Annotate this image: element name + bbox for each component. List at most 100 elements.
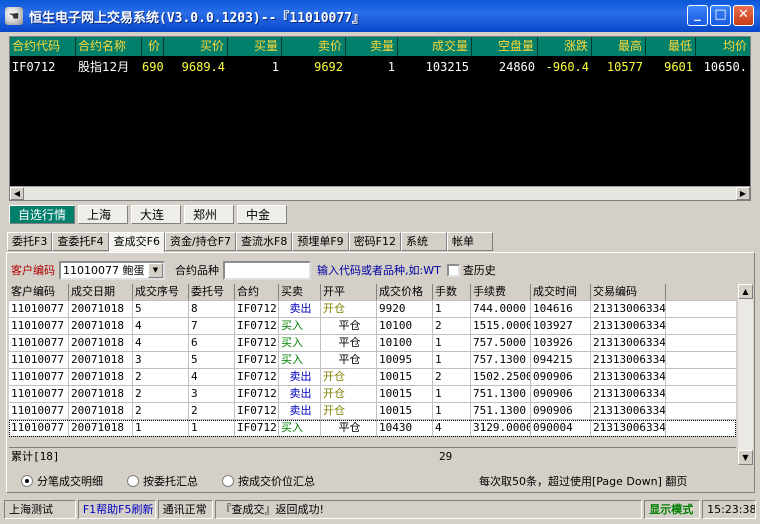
close-button[interactable]: ✕: [733, 5, 754, 26]
history-checkbox[interactable]: [446, 263, 460, 277]
tab-preset-orders[interactable]: 预埋单F9: [292, 232, 349, 251]
quote-col-name[interactable]: 合约名称: [76, 37, 142, 56]
table-cell: 090906: [531, 403, 591, 419]
table-cell: 1: [433, 301, 471, 317]
table-row[interactable]: 11010077 20071018 2 2 IF0712 卖出 开仓 10015 1 751.13…: [9, 403, 736, 420]
quote-col-avg[interactable]: 均价: [696, 37, 750, 56]
table-row[interactable]: 11010077 20071018 3 5 IF0712 买入 平仓 10095 1 757.13…: [9, 352, 736, 369]
hand-icon[interactable]: ☚: [5, 7, 23, 25]
table-cell: 2: [433, 369, 471, 385]
scroll-right-icon[interactable]: ▶: [736, 187, 750, 200]
maximize-button[interactable]: □: [710, 5, 731, 26]
col-time[interactable]: 成交时间: [531, 284, 591, 300]
table-cell: 平仓: [321, 318, 377, 334]
tab-password[interactable]: 密码F12: [348, 232, 402, 251]
quote-col-high[interactable]: 最高: [592, 37, 646, 56]
table-cell: 开仓: [321, 369, 377, 385]
table-row[interactable]: 11010077 20071018 4 7 IF0712 买入 平仓 10100 2 1515.0…: [9, 318, 736, 335]
quote-col-bidvol[interactable]: 买量: [228, 37, 282, 56]
radio-by-order[interactable]: [127, 475, 139, 487]
quote-row[interactable]: IF0712 股指12月 690 9689.4 1 9692 1 103215 …: [10, 58, 750, 77]
table-cell: 751.1300: [471, 386, 531, 402]
table-cell: 6: [189, 335, 235, 351]
col-price[interactable]: 成交价格: [377, 284, 433, 300]
col-qty[interactable]: 手数: [433, 284, 471, 300]
quote-cell: -960.4: [545, 60, 589, 74]
window-title: 恒生电子网上交易系统(V3.0.0.1203)--『11010077』: [29, 10, 366, 26]
col-openclose[interactable]: 开平: [321, 284, 377, 300]
client-select[interactable]: 11010077 鲍蛋 ▼: [59, 260, 165, 280]
quote-col-change[interactable]: 涨跌: [538, 37, 592, 56]
market-tab-cffex[interactable]: 中金: [237, 205, 288, 224]
quote-col-volume[interactable]: 成交量: [398, 37, 472, 56]
tab-query-trades[interactable]: 查成交F6: [108, 232, 165, 253]
col-client[interactable]: 客户编码: [9, 284, 69, 300]
market-tab-zhengzhou[interactable]: 郑州: [184, 205, 235, 224]
col-trade-code[interactable]: 交易编码: [591, 284, 666, 300]
tab-order[interactable]: 委托F3: [7, 232, 53, 251]
quote-col-code[interactable]: 合约代码: [10, 37, 76, 56]
table-row[interactable]: 11010077 20071018 4 6 IF0712 买入 平仓 10100 1 757.50…: [9, 335, 736, 352]
table-cell: 开仓: [321, 386, 377, 402]
market-tab-dalian[interactable]: 大连: [131, 205, 182, 224]
table-row[interactable]: 11010077 20071018 5 8 IF0712 卖出 开仓 9920 1 744.000…: [9, 301, 736, 318]
quote-cell: IF0712: [12, 60, 56, 74]
table-body: 11010077 20071018 5 8 IF0712 卖出 开仓 9920 1 744.000…: [9, 301, 736, 437]
scroll-left-icon[interactable]: ◀: [10, 187, 24, 200]
quote-horizontal-scrollbar[interactable]: ◀ ▶: [10, 186, 750, 200]
col-side[interactable]: 买卖: [279, 284, 321, 300]
table-cell: 2: [133, 386, 189, 402]
table-cell: 4: [189, 369, 235, 385]
table-cell: 5: [189, 352, 235, 368]
quote-col-low[interactable]: 最低: [646, 37, 696, 56]
table-cell: 103926: [531, 335, 591, 351]
tab-system[interactable]: 系统: [401, 232, 448, 251]
table-cell: 104616: [531, 301, 591, 317]
status-help: F1帮助F5刷新: [77, 500, 156, 519]
market-tab-watchlist[interactable]: 自选行情: [9, 205, 76, 224]
tab-statement[interactable]: 帐单: [447, 232, 494, 251]
col-date[interactable]: 成交日期: [69, 284, 133, 300]
contract-input[interactable]: [223, 260, 311, 280]
table-cell: 开仓: [321, 301, 377, 317]
table-cell: 1: [433, 352, 471, 368]
table-header: 客户编码 成交日期 成交序号 委托号 合约 买卖 开平 成交价格 手数 手续费 …: [9, 284, 736, 301]
table-cell: 2: [133, 369, 189, 385]
tab-query-flow[interactable]: 查流水F8: [236, 232, 293, 251]
chevron-down-icon[interactable]: ▼: [148, 262, 163, 278]
summary-qty: 29: [439, 450, 453, 463]
contract-hint: 输入代码或者品种,如:WT: [317, 264, 441, 277]
summary-count: 累计[18]: [11, 450, 60, 463]
radio-by-price-label: 按成交价位汇总: [238, 475, 315, 488]
table-cell: 11010077: [9, 352, 69, 368]
table-cell: IF0712: [235, 318, 279, 334]
table-cell: 7: [189, 318, 235, 334]
table-cell: 11010077: [9, 386, 69, 402]
market-tab-shanghai[interactable]: 上海: [78, 205, 129, 224]
col-fee[interactable]: 手续费: [471, 284, 531, 300]
table-row[interactable]: 11010077 20071018 2 3 IF0712 卖出 开仓 10015 1 751.13…: [9, 386, 736, 403]
quote-col-ask[interactable]: 卖价: [282, 37, 346, 56]
quote-col-bid[interactable]: 买价: [164, 37, 228, 56]
minimize-button[interactable]: _: [687, 5, 708, 26]
table-vertical-scrollbar[interactable]: ▲ ▼: [738, 284, 753, 465]
table-row[interactable]: 11010077 20071018 2 4 IF0712 卖出 开仓 10015 2 1502.2…: [9, 369, 736, 386]
tab-funds-positions[interactable]: 资金/持仓F7: [164, 232, 237, 251]
quote-col-last[interactable]: 价: [142, 37, 164, 56]
scroll-down-icon[interactable]: ▼: [738, 450, 753, 465]
tab-query-orders[interactable]: 查委托F4: [52, 232, 109, 251]
radio-detail[interactable]: [21, 475, 33, 487]
radio-by-price[interactable]: [222, 475, 234, 487]
col-order-no[interactable]: 委托号: [189, 284, 235, 300]
quote-col-openint[interactable]: 空盘量: [472, 37, 538, 56]
scroll-up-icon[interactable]: ▲: [738, 284, 753, 299]
table-cell: 1: [433, 335, 471, 351]
table-cell: 213130063342: [593, 318, 666, 334]
table-cell: 20071018: [69, 352, 133, 368]
quote-col-askvol[interactable]: 卖量: [346, 37, 398, 56]
status-mode[interactable]: 显示模式: [644, 500, 701, 519]
col-contract[interactable]: 合约: [235, 284, 279, 300]
table-row[interactable]: 11010077 20071018 1 1 IF0712 买入 平仓 10430 4 3129.0…: [9, 420, 736, 437]
col-trade-no[interactable]: 成交序号: [133, 284, 189, 300]
table-cell: IF0712: [235, 420, 279, 436]
